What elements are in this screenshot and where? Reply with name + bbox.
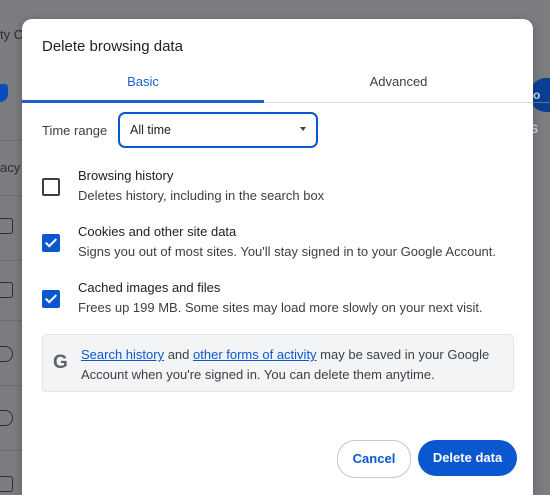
google-account-notice: G Search history and other forms of acti… bbox=[42, 334, 514, 392]
active-tab-indicator bbox=[22, 100, 264, 103]
background-text-fragment: acy bbox=[0, 160, 21, 175]
notice-text-part: and bbox=[164, 347, 194, 362]
option-description: Frees up 199 MB. Some sites may load mor… bbox=[78, 300, 483, 315]
background-divider bbox=[0, 385, 22, 386]
time-range-select[interactable]: All time bbox=[118, 112, 318, 148]
other-activity-link[interactable]: other forms of activity bbox=[193, 347, 317, 362]
dialog-title: Delete browsing data bbox=[42, 38, 183, 55]
option-description: Deletes history, including in the search… bbox=[78, 188, 325, 203]
option-title: Cached images and files bbox=[78, 280, 221, 295]
cookie-icon bbox=[0, 346, 13, 362]
cached-images-checkbox[interactable] bbox=[42, 290, 60, 308]
dropdown-arrow-icon bbox=[300, 127, 306, 131]
option-title: Browsing history bbox=[78, 168, 174, 183]
search-history-link[interactable]: Search history bbox=[81, 347, 164, 362]
trash-icon bbox=[0, 218, 13, 234]
google-g-icon: G bbox=[53, 352, 68, 373]
lock-icon bbox=[0, 476, 13, 492]
notice-text: Search history and other forms of activi… bbox=[81, 345, 501, 385]
tab-advanced[interactable]: Advanced bbox=[264, 69, 533, 102]
background-divider bbox=[0, 320, 22, 321]
background-divider bbox=[0, 195, 22, 196]
shield-icon bbox=[0, 84, 8, 102]
option-cached-images: Cached images and files Frees up 199 MB.… bbox=[42, 280, 512, 320]
option-browsing-history: Browsing history Deletes history, includ… bbox=[42, 168, 512, 208]
background-divider bbox=[0, 260, 22, 261]
option-title: Cookies and other site data bbox=[78, 224, 237, 239]
cookies-checkbox[interactable] bbox=[42, 234, 60, 252]
background-divider bbox=[532, 102, 550, 103]
background-blue-button: o S bbox=[530, 78, 550, 136]
option-cookies: Cookies and other site data Signs you ou… bbox=[42, 224, 512, 264]
background-divider bbox=[0, 140, 22, 141]
cancel-button[interactable]: Cancel bbox=[337, 440, 411, 478]
location-icon bbox=[0, 410, 13, 426]
time-range-label: Time range bbox=[42, 123, 108, 138]
tab-basic[interactable]: Basic bbox=[22, 69, 264, 102]
tune-icon bbox=[0, 282, 13, 298]
delete-browsing-data-dialog: Delete browsing data Basic Advanced Time… bbox=[22, 19, 533, 495]
delete-data-button[interactable]: Delete data bbox=[418, 440, 517, 476]
time-range-value: All time bbox=[130, 123, 171, 137]
background-text-fragment: ty C bbox=[0, 27, 24, 42]
tab-bar: Basic Advanced bbox=[22, 69, 533, 103]
browsing-history-checkbox[interactable] bbox=[42, 178, 60, 196]
background-divider bbox=[0, 450, 22, 451]
option-description: Signs you out of most sites. You'll stay… bbox=[78, 244, 497, 259]
